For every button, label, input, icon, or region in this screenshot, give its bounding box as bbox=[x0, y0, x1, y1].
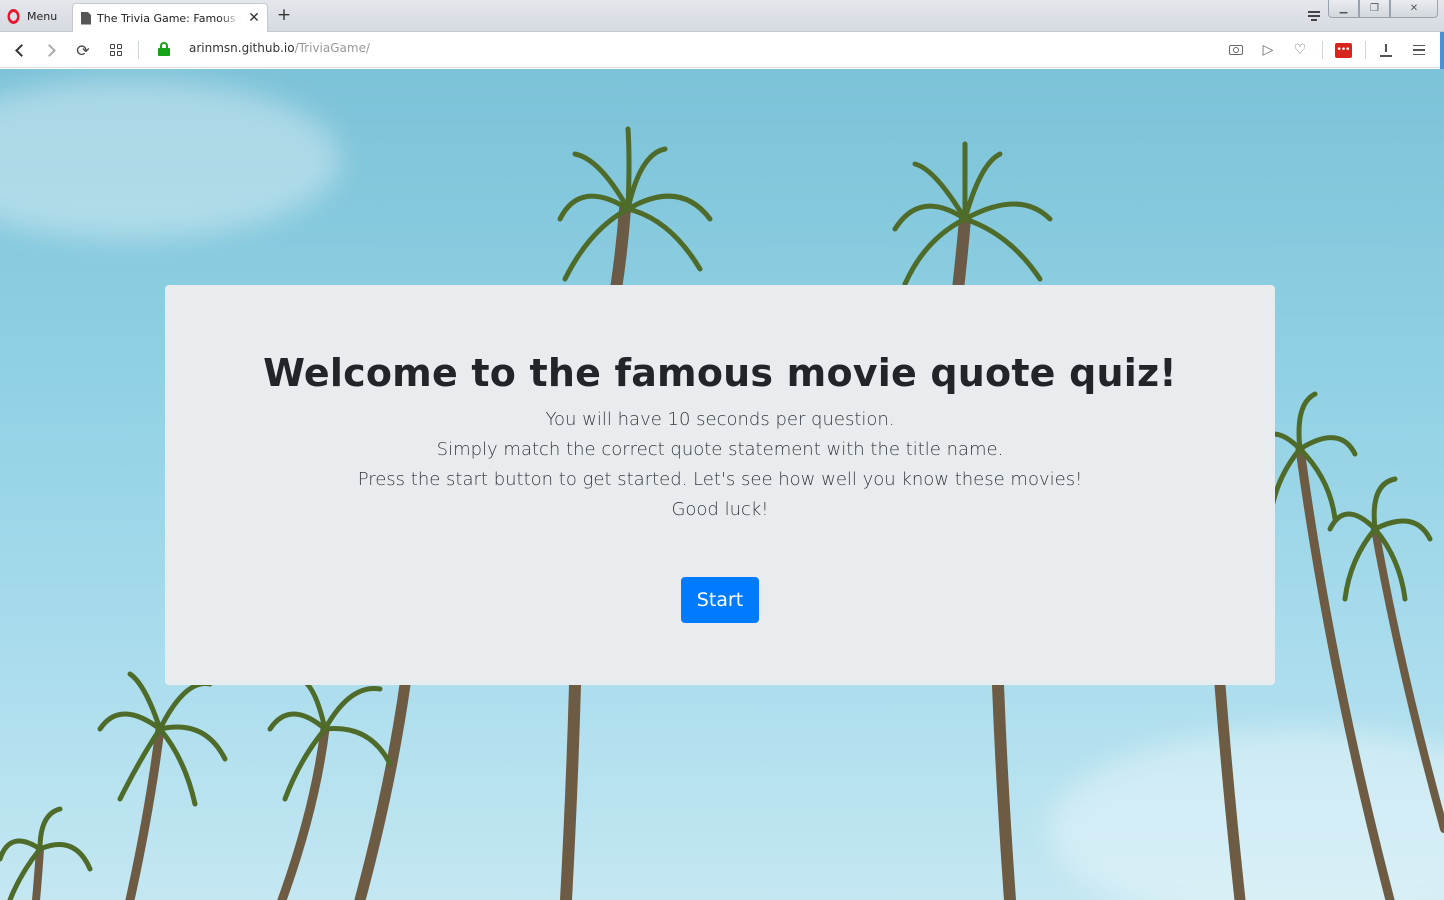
url-host: arinmsn.github.io bbox=[189, 41, 295, 55]
toolbar-divider bbox=[1365, 41, 1366, 59]
toolbar-divider bbox=[1322, 41, 1323, 59]
extension-icon: ••• bbox=[1334, 42, 1352, 58]
extension-button[interactable]: ••• bbox=[1333, 40, 1353, 60]
tab-title: The Trivia Game: Famous Movie Quotes bbox=[97, 11, 241, 25]
url-path: /TriviaGame/ bbox=[294, 41, 370, 55]
settings-sliders-icon bbox=[1413, 44, 1425, 56]
secure-lock-icon[interactable] bbox=[158, 42, 170, 56]
send-arrow-icon: ▷ bbox=[1262, 42, 1274, 58]
downloads-button[interactable] bbox=[1376, 40, 1396, 60]
window-close-button[interactable]: ✕ bbox=[1390, 0, 1438, 18]
camera-icon bbox=[1229, 45, 1243, 55]
grid-icon bbox=[110, 44, 122, 56]
reload-icon: ⟳ bbox=[76, 40, 90, 60]
page-background: Welcome to the famous movie quote quiz! … bbox=[0, 69, 1444, 900]
start-button[interactable]: Start bbox=[680, 577, 760, 623]
snapshot-button[interactable] bbox=[1226, 40, 1246, 60]
menu-label: Menu bbox=[27, 9, 58, 23]
url-field[interactable]: arinmsn.github.io/TriviaGame/ bbox=[189, 41, 370, 55]
chevron-left-icon bbox=[14, 43, 28, 57]
tab-menu-icon[interactable] bbox=[1306, 8, 1322, 24]
back-button[interactable] bbox=[9, 40, 29, 60]
address-toolbar: ⟳ arinmsn.github.io/TriviaGame/ ▷ ♡ ••• bbox=[0, 32, 1444, 68]
window-controls: ▁ ❐ ✕ bbox=[1328, 0, 1438, 18]
welcome-jumbotron: Welcome to the famous movie quote quiz! … bbox=[165, 285, 1275, 685]
chevron-right-icon bbox=[42, 43, 56, 57]
browser-tab[interactable]: The Trivia Game: Famous Movie Quotes ✕ bbox=[72, 3, 268, 32]
instruction-line: You will have 10 seconds per question. bbox=[545, 409, 895, 430]
new-tab-button[interactable]: + bbox=[275, 5, 293, 25]
document-icon bbox=[81, 11, 91, 25]
toolbar-divider bbox=[138, 41, 139, 59]
instruction-line: Simply match the correct quote statement… bbox=[436, 439, 1004, 460]
welcome-heading: Welcome to the famous movie quote quiz! bbox=[263, 351, 1177, 395]
speed-dial-button[interactable] bbox=[106, 40, 126, 60]
minimize-button[interactable]: ▁ bbox=[1328, 0, 1359, 18]
bookmark-button[interactable]: ♡ bbox=[1290, 40, 1310, 60]
send-button[interactable]: ▷ bbox=[1258, 40, 1278, 60]
tab-close-icon[interactable]: ✕ bbox=[247, 10, 261, 26]
opera-logo-icon bbox=[7, 8, 20, 24]
reload-button[interactable]: ⟳ bbox=[73, 40, 93, 60]
instruction-line: Press the start button to get started. L… bbox=[357, 469, 1083, 490]
restore-button[interactable]: ❐ bbox=[1359, 0, 1390, 18]
heart-icon: ♡ bbox=[1293, 42, 1307, 58]
forward-button[interactable] bbox=[41, 40, 61, 60]
easy-setup-button[interactable] bbox=[1409, 40, 1429, 60]
instruction-line: Good luck! bbox=[671, 499, 769, 520]
tab-strip: Menu The Trivia Game: Famous Movie Quote… bbox=[0, 0, 1444, 32]
instructions: You will have 10 seconds per question. S… bbox=[165, 405, 1275, 525]
opera-menu-button[interactable]: Menu bbox=[6, 6, 68, 26]
download-icon bbox=[1380, 43, 1392, 57]
